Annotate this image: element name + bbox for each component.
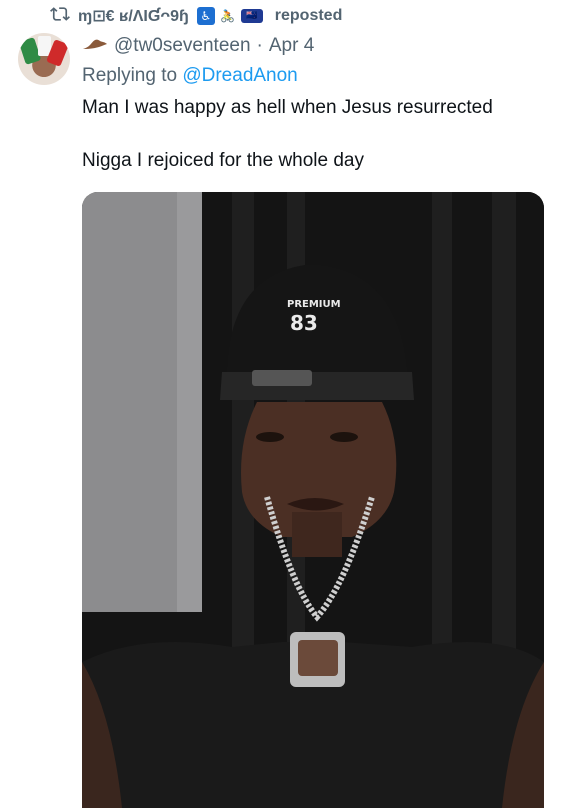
reply-target-link[interactable]: @DreadAnon	[182, 65, 297, 86]
tweet-body: Man I was happy as hell when Jesus resur…	[82, 96, 552, 173]
tweet-media-photo[interactable]: PREMIUM 83	[82, 192, 544, 808]
avatar[interactable]	[18, 33, 70, 85]
reposter-badges: ♿ 🚴 🇳🇿	[196, 6, 267, 25]
reposter-name[interactable]: ɱ⊡€ ʁ/ɅƖƓᴖ9ɧ	[78, 6, 189, 26]
repost-icon	[50, 4, 70, 29]
svg-text:PREMIUM: PREMIUM	[287, 299, 341, 310]
photo-illustration: PREMIUM 83	[82, 192, 544, 808]
handle-decoration-icon	[82, 35, 108, 57]
svg-text:83: 83	[290, 311, 318, 335]
replying-to: Replying to @DreadAnon	[82, 65, 298, 89]
replying-prefix: Replying to	[82, 65, 183, 86]
cyclist-emoji: 🚴	[220, 8, 236, 23]
wheelchair-emoji: ♿	[196, 6, 215, 25]
tweet-line: Nigga I rejoiced for the whole day	[82, 150, 364, 171]
reposted-label: reposted	[274, 7, 343, 24]
tweet-line: Man I was happy as hell when Jesus resur…	[82, 97, 493, 118]
new-zealand-flag-emoji: 🇳🇿	[240, 8, 263, 23]
author-handle[interactable]: @tw0seventeen	[114, 35, 251, 57]
tweet-date[interactable]: Apr 4	[269, 35, 314, 57]
tweet-header: @tw0seventeen · Apr 4	[82, 33, 314, 59]
meta-separator: ·	[256, 35, 263, 56]
repost-context[interactable]: ɱ⊡€ ʁ/ɅƖƓᴖ9ɧ ♿ 🚴 🇳🇿 reposted	[50, 4, 342, 28]
